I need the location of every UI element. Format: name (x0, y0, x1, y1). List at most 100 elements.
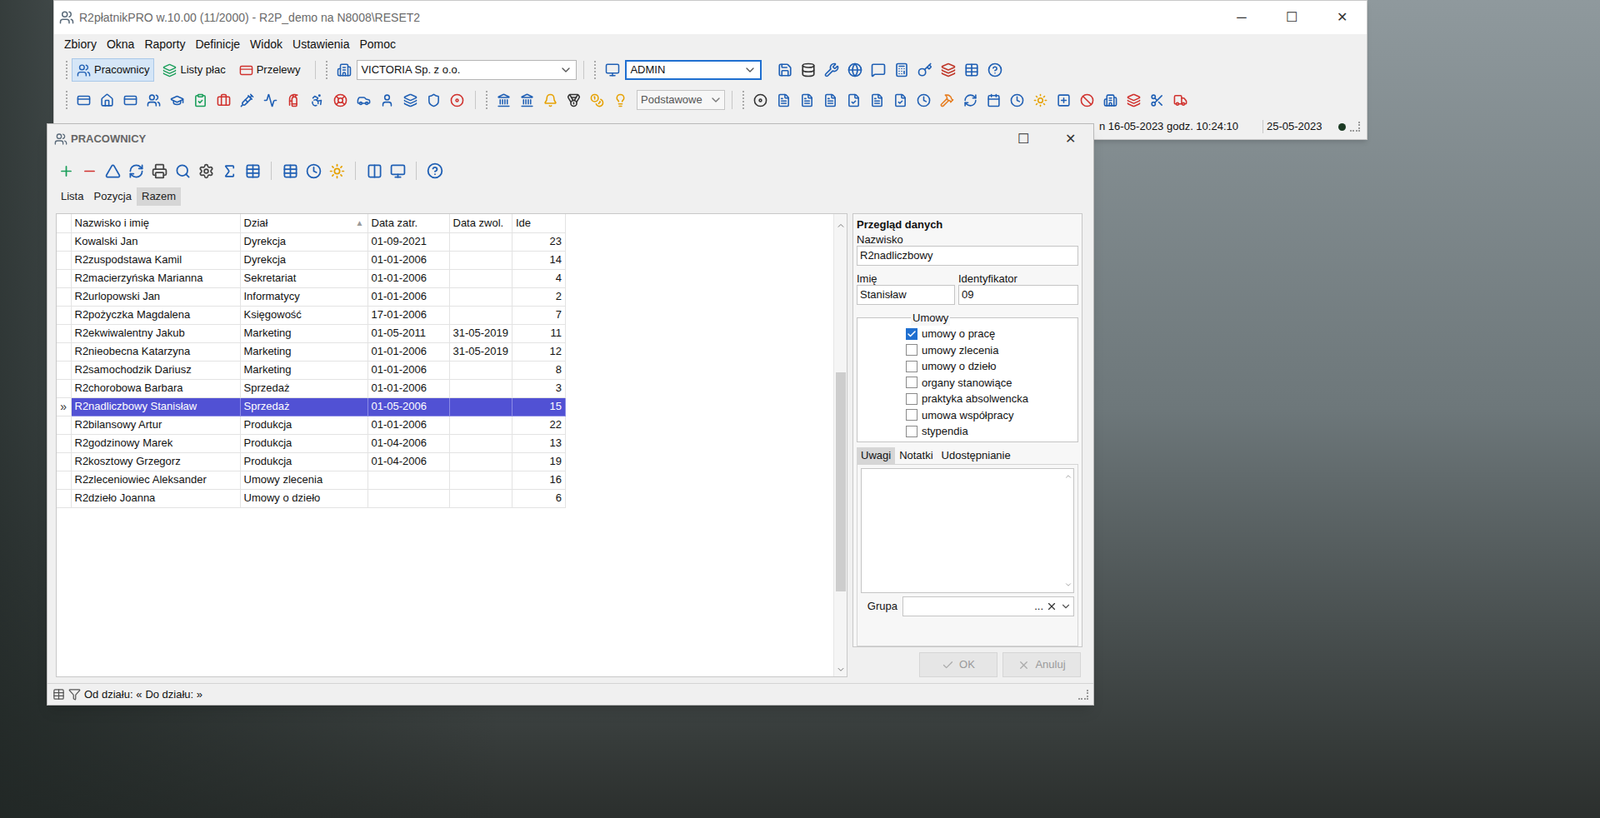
table-row[interactable]: R2godzinowy MarekProdukcja01-04-200613 (56, 434, 566, 453)
view-select[interactable]: Podstawowe (636, 90, 725, 110)
identifier-field[interactable]: 09 (958, 285, 1079, 305)
toolbar-button[interactable] (385, 160, 410, 182)
toolbar-button[interactable] (608, 89, 632, 111)
table-row[interactable]: R2pożyczka MagdalenaKsięgowość17-01-2006… (56, 305, 566, 325)
table-row[interactable]: R2kosztowy GrzegorzProdukcja01-04-200619 (56, 452, 566, 471)
toolbar-button[interactable] (773, 59, 797, 81)
toolbar-button[interactable] (865, 89, 889, 111)
toolbar-button[interactable] (796, 59, 820, 81)
toolbar-button[interactable] (445, 89, 469, 111)
contract-checkbox[interactable]: umowy zlecenia (905, 342, 1078, 360)
toolbar-button[interactable] (958, 89, 982, 111)
toolbar-button[interactable] (1121, 89, 1145, 111)
name-field[interactable]: Stanisław (856, 285, 955, 305)
toolbar-button[interactable] (981, 89, 1005, 111)
details-tab[interactable]: Udostępnianie (937, 447, 1015, 465)
table-row[interactable]: R2samochodzik DariuszMarketing01-01-2006… (56, 360, 566, 380)
browse-button[interactable]: ... (1034, 598, 1044, 615)
table-row[interactable]: R2macierzyńska MariannaSekretariat01-01-… (56, 269, 566, 288)
toolbar-button[interactable] (165, 89, 189, 111)
toolbar-button[interactable] (77, 160, 101, 182)
toolbar-button[interactable] (1075, 89, 1099, 111)
toolbar-button[interactable] (141, 89, 165, 111)
toolbar-button[interactable] (1168, 89, 1192, 111)
toolbar-button[interactable] (771, 89, 795, 111)
column-header[interactable]: Data zatr. (367, 214, 450, 233)
toolbar-button[interactable] (748, 89, 772, 111)
contract-checkbox[interactable]: organy stanowiące (905, 375, 1078, 392)
toolbar-button[interactable] (398, 89, 422, 111)
toolbar-button[interactable] (888, 89, 912, 111)
table-row[interactable]: »R2nadliczbowy StanisławSprzedaż01-05-20… (56, 397, 566, 416)
window-control[interactable]: ✕ (1046, 129, 1094, 150)
surname-field[interactable]: R2nadliczbowy (856, 245, 1079, 266)
table-row[interactable]: R2dzieło JoannaUmowy o dzieło6 (56, 489, 566, 508)
toolbar-button[interactable] (375, 89, 399, 111)
toolbar-button[interactable] (240, 160, 265, 182)
contract-checkbox[interactable]: umowy o dzieło (905, 358, 1078, 375)
menu-item[interactable]: Widok (245, 35, 288, 54)
module-button[interactable]: Pracownicy (71, 58, 155, 82)
toolbar-button[interactable] (301, 160, 325, 182)
table-row[interactable]: R2urlopowski JanInformatycy01-01-20062 (56, 287, 566, 306)
window-control[interactable]: ─ (1216, 7, 1267, 28)
toolbar-button[interactable] (515, 89, 539, 111)
ok-button[interactable]: OK (919, 652, 998, 678)
menu-item[interactable]: Pomoc (355, 35, 402, 54)
toolbar-button[interactable] (911, 89, 935, 111)
toolbar-button[interactable] (100, 160, 125, 182)
toolbar-button[interactable] (1028, 89, 1052, 111)
view-tab[interactable]: Razem (136, 187, 181, 206)
filter-icon[interactable] (68, 688, 81, 701)
toolbar-button[interactable] (538, 89, 562, 111)
table-row[interactable]: R2nieobecna KatarzynaMarketing01-01-2006… (56, 342, 566, 361)
toolbar-button[interactable] (1098, 89, 1122, 111)
toolbar-button[interactable] (217, 160, 241, 182)
toolbar-button[interactable] (188, 89, 212, 111)
toolbar-button[interactable] (936, 59, 960, 81)
dropdown-icon[interactable] (1060, 600, 1072, 613)
module-button[interactable]: Listy płac (157, 58, 230, 82)
toolbar-button[interactable] (818, 89, 842, 111)
toolbar-button[interactable] (935, 89, 959, 111)
toolbar-button[interactable] (54, 160, 78, 182)
toolbar-button[interactable] (561, 89, 585, 111)
toolbar-button[interactable] (421, 89, 445, 111)
contract-checkbox[interactable]: stypendia (905, 423, 1078, 440)
toolbar-button[interactable] (325, 160, 349, 182)
toolbar-button[interactable] (491, 89, 515, 111)
toolbar-button[interactable] (1145, 89, 1169, 111)
company-select[interactable]: VICTORIA Sp. z o.o. (356, 60, 577, 80)
toolbar-button[interactable] (820, 59, 844, 81)
table-scrollbar[interactable] (833, 214, 847, 677)
toolbar-button[interactable] (362, 160, 386, 182)
toolbar-button[interactable] (278, 160, 302, 182)
toolbar-button[interactable] (170, 160, 195, 182)
scroll-thumb[interactable] (835, 372, 846, 592)
window-control[interactable]: ☐ (1266, 7, 1317, 28)
table-icon[interactable] (52, 688, 65, 701)
menu-item[interactable]: Okna (101, 35, 140, 54)
table-row[interactable]: R2chorobowa BarbaraSprzedaż01-01-20063 (56, 379, 566, 398)
clear-icon[interactable] (1045, 600, 1058, 613)
cancel-button[interactable]: Anuluj (1002, 652, 1081, 678)
menu-item[interactable]: Raporty (139, 35, 190, 54)
column-header[interactable]: Ide (512, 214, 566, 233)
group-select[interactable]: ... (902, 596, 1075, 617)
toolbar-button[interactable] (843, 59, 867, 81)
toolbar-button[interactable] (194, 160, 218, 182)
table-row[interactable]: R2zleceniowiec AleksanderUmowy zlecenia1… (56, 470, 566, 490)
toolbar-button[interactable] (281, 89, 305, 111)
toolbar-button[interactable] (211, 89, 235, 111)
toolbar-button[interactable] (866, 59, 890, 81)
column-header[interactable]: Nazwisko i imię (70, 214, 240, 233)
toolbar-button[interactable] (328, 89, 352, 111)
details-tab[interactable]: Uwagi (856, 447, 895, 465)
menu-item[interactable]: Zbiory (59, 35, 102, 54)
table-row[interactable]: R2ekwiwalentny JakubMarketing01-05-20113… (56, 324, 566, 343)
toolbar-button[interactable] (983, 59, 1007, 81)
toolbar-button[interactable] (423, 160, 447, 182)
column-header[interactable]: Data zwol. (449, 214, 513, 233)
toolbar-button[interactable] (890, 59, 914, 81)
notes-field[interactable] (861, 469, 1064, 593)
